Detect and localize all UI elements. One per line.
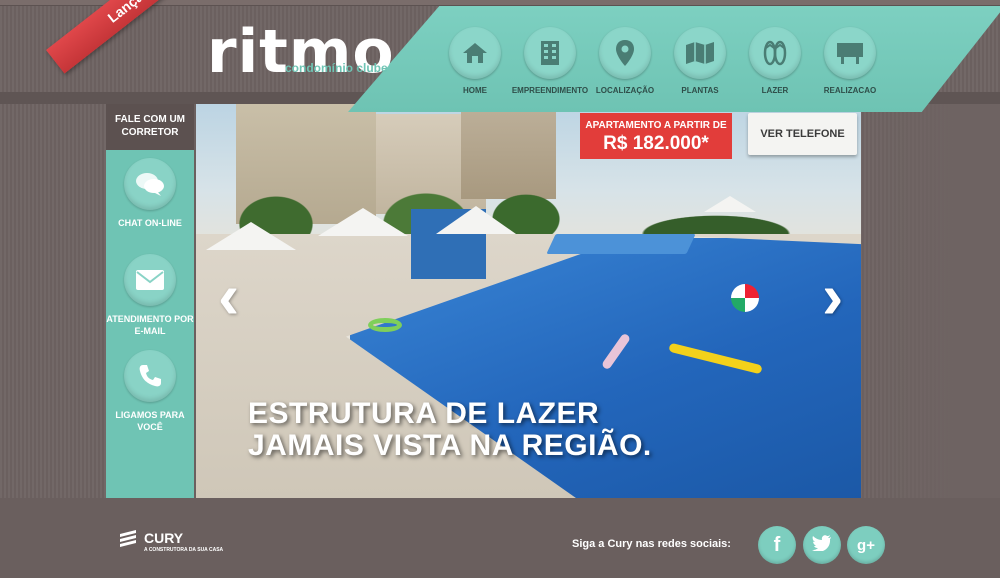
price-badge-value: R$ 182.000*	[603, 133, 709, 154]
phone-icon	[124, 350, 176, 402]
contact-sidebar-header: FALE COM UM CORRETOR	[106, 104, 194, 150]
google-plus-button[interactable]: g+	[847, 526, 885, 564]
see-phone-button[interactable]: VER TELEFONE	[748, 113, 857, 155]
envelope-icon	[124, 254, 176, 306]
map-icon	[674, 27, 726, 79]
hero-headline-line1: ESTRUTURA DE LAZER	[248, 397, 600, 430]
hero-float-ring	[368, 318, 402, 332]
call-me-button[interactable]: LIGAMOS PARA VOCÊ	[106, 350, 194, 433]
chat-online-button[interactable]: CHAT ON-LINE	[106, 158, 194, 229]
brand-logo-subtitle: condomínio clube	[285, 61, 388, 75]
email-contact-label: ATENDIMENTO POR E-MAIL	[106, 314, 194, 336]
email-contact-button[interactable]: ATENDIMENTO POR E-MAIL	[106, 254, 194, 337]
house-icon	[449, 27, 501, 79]
hero-right-fade	[861, 104, 1000, 498]
cury-tagline: A CONSTRUTORA DA SUA CASA	[144, 546, 224, 553]
map-pin-icon	[599, 27, 651, 79]
hero-headline-line2: JAMAIS VISTA NA REGIÃO.	[248, 429, 652, 462]
chat-bubbles-icon	[124, 158, 176, 210]
hero-beach-ball	[731, 284, 759, 312]
social-follow-text: Siga a Cury nas redes sociais:	[572, 538, 731, 550]
twitter-icon	[812, 534, 832, 556]
nav-realizacao[interactable]: REALIZACAO	[805, 27, 895, 95]
call-me-label: LIGAMOS PARA VOCÊ	[115, 410, 185, 432]
building-icon	[524, 27, 576, 79]
contact-sidebar: FALE COM UM CORRETOR CHAT ON-LINE ATENDI…	[106, 104, 194, 498]
hero-headline: ESTRUTURA DE LAZER JAMAIS VISTA NA REGIÃ…	[248, 398, 652, 462]
cury-logo[interactable]: CURY A CONSTRUTORA DA SUA CASA	[118, 528, 223, 555]
facebook-button[interactable]: f	[758, 526, 796, 564]
chat-online-label: CHAT ON-LINE	[118, 218, 182, 228]
signboard-icon	[824, 27, 876, 79]
slider-prev-arrow[interactable]: ‹	[218, 264, 239, 328]
hero-small-pool	[546, 234, 696, 254]
nav-realizacao-label: REALIZACAO	[823, 86, 877, 95]
facebook-icon: f	[773, 533, 781, 556]
hero-slider: ‹ › ESTRUTURA DE LAZER JAMAIS VISTA NA R…	[196, 104, 861, 498]
google-plus-icon: g+	[857, 536, 875, 554]
price-badge: APARTAMENTO A PARTIR DE R$ 182.000*	[580, 113, 732, 159]
twitter-button[interactable]	[803, 526, 841, 564]
slider-next-arrow[interactable]: ›	[822, 264, 843, 328]
cury-wordmark: CURY	[144, 529, 184, 546]
price-badge-caption: APARTAMENTO A PARTIR DE	[585, 120, 727, 131]
flip-flops-icon	[749, 27, 801, 79]
cury-stripes-icon	[118, 528, 140, 555]
